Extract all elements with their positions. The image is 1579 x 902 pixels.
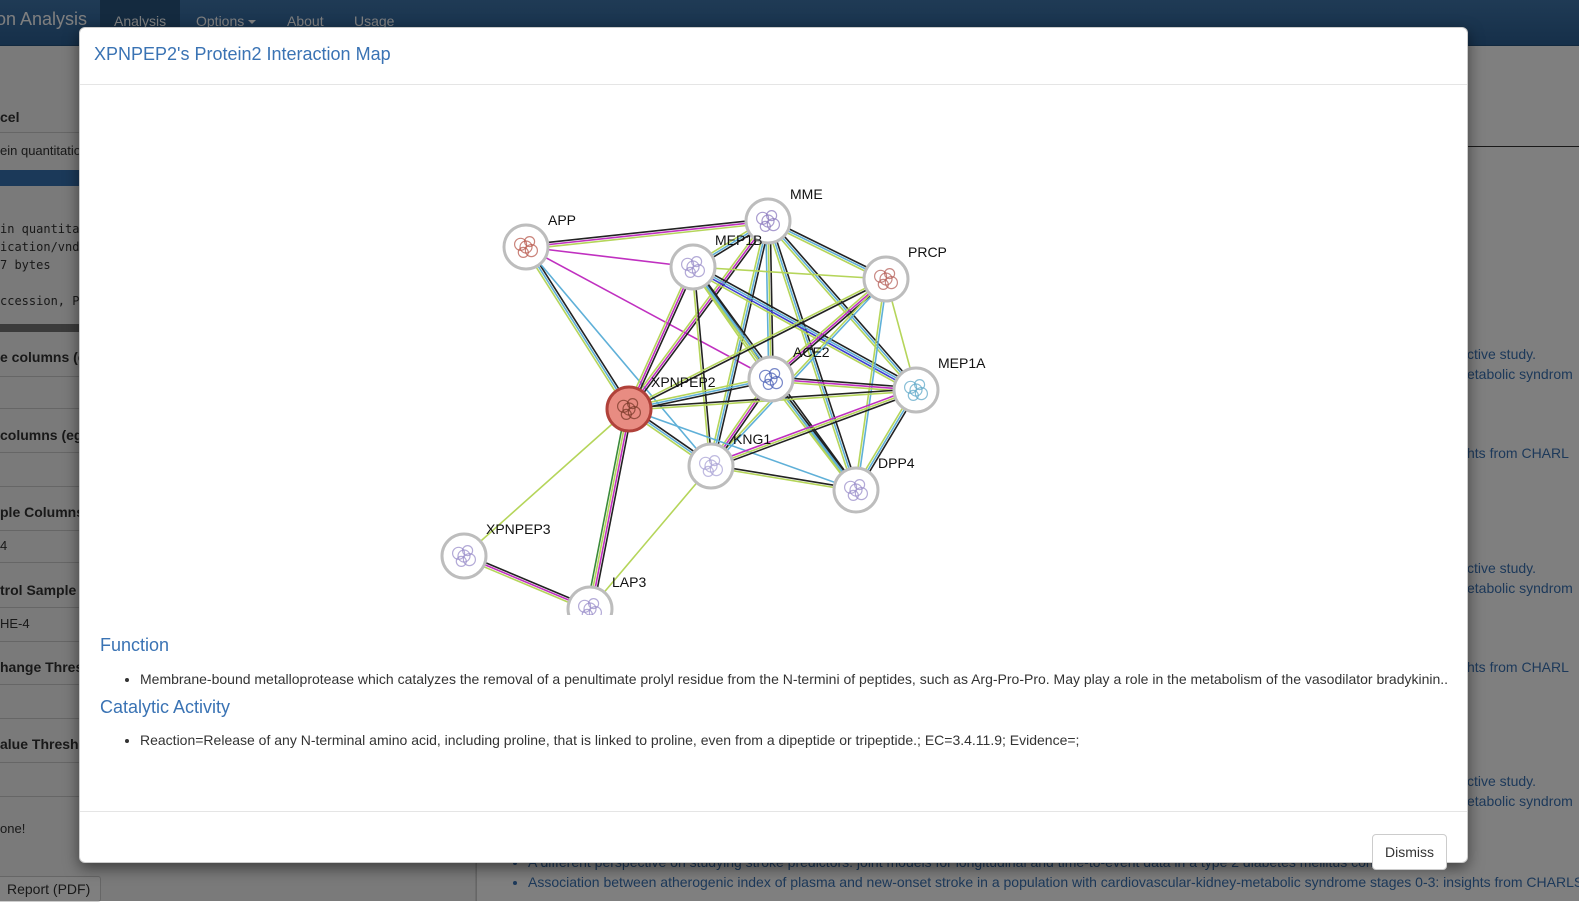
interaction-edge[interactable]: [589, 465, 712, 610]
node-label: XPNPEP2: [651, 374, 716, 390]
node-label: LAP3: [612, 574, 646, 590]
edge-line: [525, 246, 630, 410]
function-list: Membrane-bound metalloprotease which cat…: [100, 669, 1448, 689]
function-heading: Function: [100, 635, 170, 655]
function-item: Membrane-bound metalloprotease which cat…: [140, 669, 1448, 689]
edge-line: [589, 465, 712, 610]
node-label: ACE2: [793, 344, 830, 360]
node-label: MEP1A: [938, 355, 986, 371]
edge-line: [525, 246, 694, 268]
node-label: KNG1: [733, 431, 771, 447]
modal-header: XPNPEP2's Protein2 Interaction Map: [80, 28, 1467, 85]
interaction-edge[interactable]: [523, 245, 632, 411]
modal-title: XPNPEP2's Protein2 Interaction Map: [94, 44, 391, 64]
node-label: PRCP: [908, 244, 947, 260]
interaction-edge[interactable]: [525, 246, 694, 268]
interaction-edge[interactable]: [765, 220, 774, 380]
node-label: MEP1B: [715, 232, 762, 248]
modal-body: APP MME MEP1B PRCP ACE2 XPNPEP2 MEP1A KNG1 DPP4 X…: [80, 85, 1467, 811]
dismiss-button[interactable]: Dismiss: [1372, 834, 1447, 870]
protein-interaction-network: APP MME MEP1B PRCP ACE2 XPNPEP2 MEP1A KNG1 DPP4 X…: [440, 186, 986, 615]
edge-line: [523, 247, 628, 411]
protein-node-prcp[interactable]: PRCP: [862, 244, 947, 303]
catalytic-list: Reaction=Release of any N-terminal amino…: [100, 730, 1079, 750]
modal-footer: Dismiss: [80, 811, 1467, 870]
node-label: MME: [790, 186, 823, 202]
node-label: APP: [548, 212, 576, 228]
node-label: XPNPEP3: [486, 521, 551, 537]
catalytic-heading: Catalytic Activity: [100, 697, 231, 717]
protein-node-lap3[interactable]: LAP3: [566, 574, 646, 615]
edge-line: [527, 245, 632, 409]
node-label: DPP4: [878, 455, 915, 471]
protein-node-mep1a[interactable]: MEP1A: [892, 355, 986, 414]
interaction-map-modal: XPNPEP2's Protein2 Interaction Map APP MM…: [79, 27, 1468, 870]
catalytic-item: Reaction=Release of any N-terminal amino…: [140, 730, 1079, 750]
